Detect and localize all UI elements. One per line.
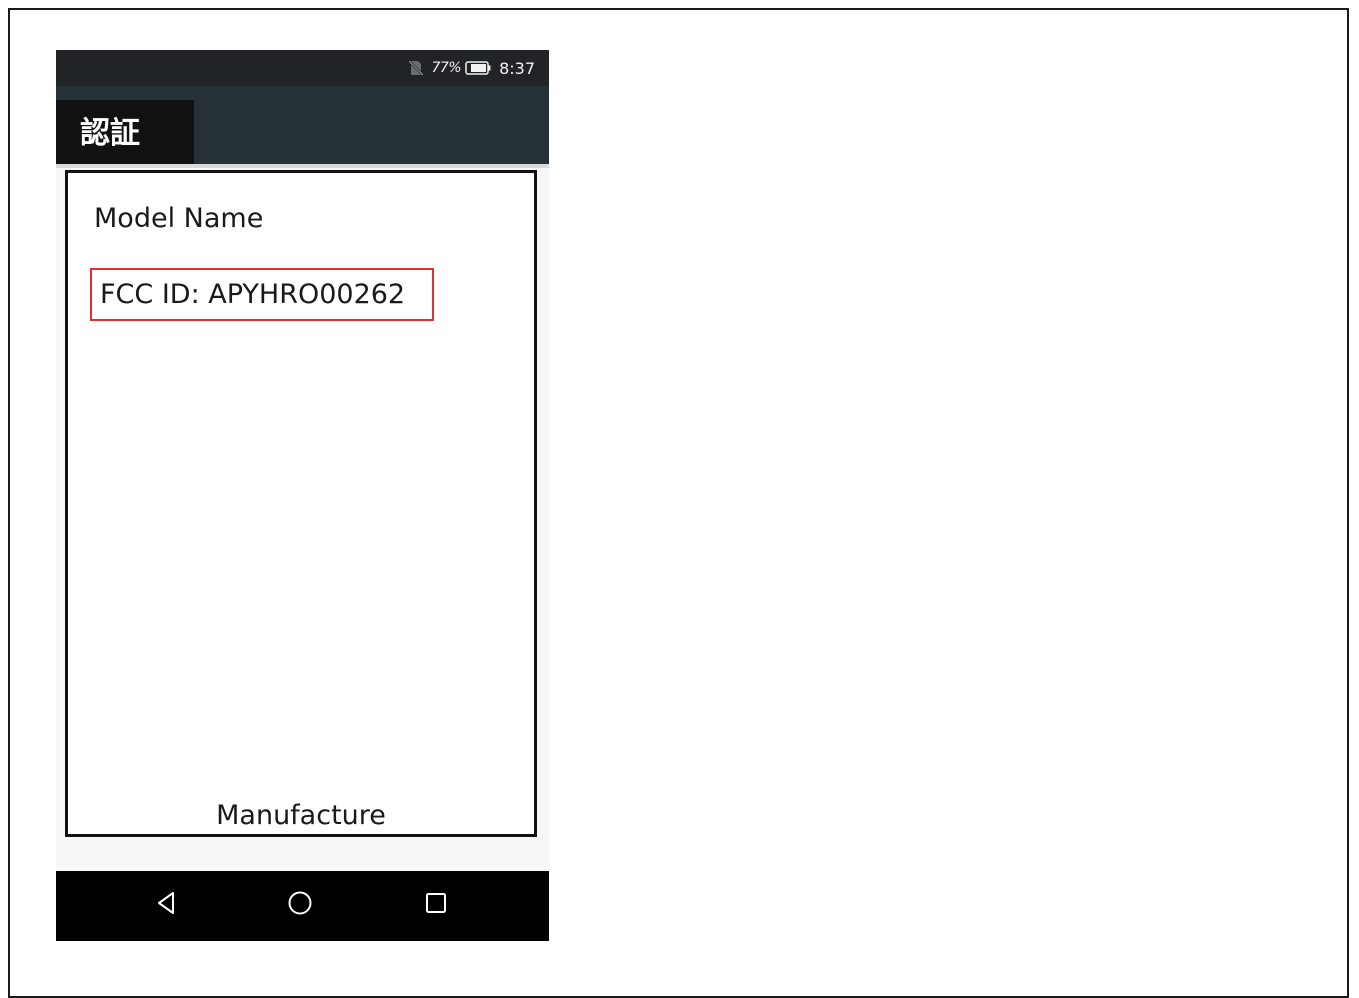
- battery-icon: [465, 61, 491, 75]
- status-clock: 8:37: [499, 58, 535, 78]
- manufacture-label: Manufacture: [216, 800, 386, 831]
- recents-button[interactable]: [418, 887, 454, 923]
- battery-status: 77%: [431, 60, 491, 76]
- title-tab: 認証: [56, 100, 194, 164]
- page-title: 認証: [80, 116, 140, 151]
- back-button[interactable]: [148, 887, 184, 923]
- phone-screen: 77% 8:37 認証 Model Name FCC ID: APYHRO002…: [56, 50, 549, 941]
- status-icons: 77% 8:37: [408, 50, 535, 86]
- battery-percent: 77%: [431, 60, 462, 76]
- app-bar: 認証: [56, 86, 549, 164]
- recents-icon: [424, 891, 448, 919]
- back-icon: [154, 890, 178, 920]
- app-bar-divider: [56, 164, 549, 168]
- fcc-id-highlight: FCC ID: APYHRO00262: [90, 268, 434, 321]
- home-icon: [287, 890, 313, 920]
- home-button[interactable]: [282, 887, 318, 923]
- no-sim-icon: [408, 60, 425, 76]
- navigation-bar: [56, 871, 549, 941]
- status-bar: 77% 8:37: [56, 50, 549, 86]
- certification-panel: Model Name FCC ID: APYHRO00262 Manufactu…: [65, 170, 537, 837]
- model-name-label: Model Name: [94, 203, 264, 234]
- fcc-id-label: FCC ID: APYHRO00262: [100, 279, 406, 310]
